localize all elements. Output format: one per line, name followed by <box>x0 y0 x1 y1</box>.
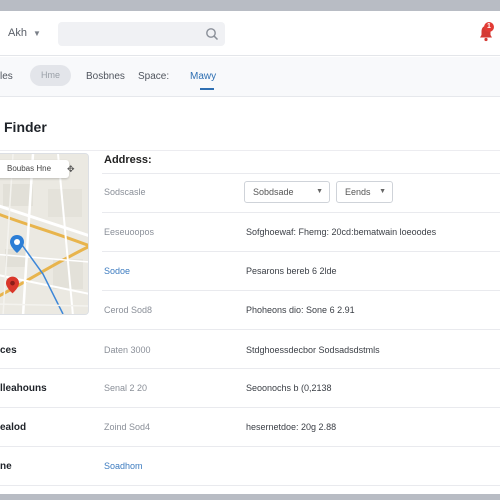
row-value: hesernetdoe: 20g 2.88 <box>246 422 337 432</box>
search-icon[interactable] <box>205 27 219 41</box>
row-value: Pesarons bereb 6 2lde <box>246 266 337 276</box>
divider <box>0 485 500 486</box>
search-field[interactable] <box>58 22 198 46</box>
app-window: Akh ▼ 1 les Hme Bosbnes Space: Mawy Finde… <box>0 11 500 494</box>
nav-item-home[interactable]: Hme <box>30 65 71 86</box>
row-label-link[interactable]: Soadhom <box>104 461 143 471</box>
nav-item-les[interactable]: les <box>0 71 13 82</box>
map-pin-blue-icon[interactable] <box>10 235 24 253</box>
divider <box>0 329 500 330</box>
row-label: Senal 2 20 <box>104 383 148 393</box>
divider <box>102 173 500 174</box>
row-value: Stdghoessdecbor Sodsadsdstmls <box>246 345 380 355</box>
section-label: ces <box>0 345 17 356</box>
address-heading: Address: <box>104 154 152 166</box>
chevron-down-icon: ▼ <box>379 188 386 195</box>
address-select-1[interactable]: Sobdsade ▼ <box>244 181 330 203</box>
search-input[interactable] <box>58 22 225 46</box>
divider <box>0 407 500 408</box>
map-location-chip[interactable]: Boubas Hne <box>0 160 69 178</box>
section-label: ealod <box>0 422 27 433</box>
row-value: Phoheons dio: Sone 6 2.91 <box>246 305 355 315</box>
divider <box>0 446 500 447</box>
row-label: Zoind Sod4 <box>104 422 151 432</box>
select-value: Sobdsade <box>253 187 294 197</box>
row-label: Daten 3000 <box>104 345 151 355</box>
row-value: Seoonochs b (0,2138 <box>246 383 332 393</box>
account-menu[interactable]: Akh ▼ <box>8 27 41 39</box>
nav-item-map[interactable]: Mawy <box>190 71 216 82</box>
divider <box>102 290 500 291</box>
active-tab-indicator <box>200 88 214 90</box>
section-label: lleahouns <box>0 383 47 394</box>
row-label: Cerod Sod8 <box>104 305 153 315</box>
nav-item-space[interactable]: Space: <box>138 71 169 82</box>
row-label-link[interactable]: Sodoe <box>104 266 130 276</box>
nav-item-business[interactable]: Bosbnes <box>86 71 125 82</box>
expand-icon[interactable]: ✥ <box>67 164 77 174</box>
divider <box>0 368 500 369</box>
top-header: Akh ▼ 1 <box>0 11 500 56</box>
map-view[interactable]: Boubas Hne ✥ <box>0 153 89 315</box>
divider <box>102 212 500 213</box>
map-pin-red-icon[interactable] <box>6 276 19 294</box>
chevron-down-icon: ▼ <box>316 188 323 195</box>
select-value: Eends <box>345 187 371 197</box>
account-label: Akh <box>8 27 27 39</box>
page-title: Finder <box>4 119 47 135</box>
nav-bar: les Hme Bosbnes Space: Mawy <box>0 57 500 97</box>
chevron-down-icon: ▼ <box>32 29 41 38</box>
row-label: Sodscasle <box>104 187 146 197</box>
divider <box>102 251 500 252</box>
divider <box>0 150 500 151</box>
notification-badge: 1 <box>484 22 494 32</box>
section-label: ne <box>0 461 12 472</box>
row-value: Sofghoewaf: Fhemg: 20cd:bematwain loeood… <box>246 227 437 237</box>
row-label: Eeseuoopos <box>104 227 155 237</box>
address-select-2[interactable]: Eends ▼ <box>336 181 393 203</box>
